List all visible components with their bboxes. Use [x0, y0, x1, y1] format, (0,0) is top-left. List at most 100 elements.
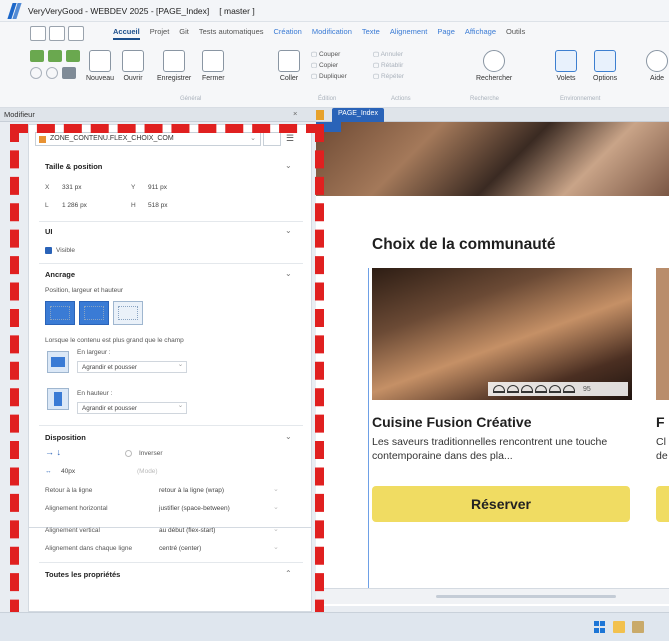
- y-value[interactable]: 911 px: [148, 184, 167, 191]
- compare-icon[interactable]: [62, 67, 76, 79]
- height-mode-icon: [47, 388, 69, 410]
- chevron-down-icon[interactable]: ⌄: [285, 432, 292, 441]
- go-icon[interactable]: [66, 50, 80, 62]
- y-label: Y: [131, 184, 136, 191]
- invert-label: Inverser: [139, 450, 163, 457]
- aide-button[interactable]: Aide: [646, 50, 668, 82]
- chevron-down-icon[interactable]: ⌄: [285, 269, 292, 278]
- annuler-button[interactable]: Annuler: [373, 50, 404, 58]
- horizontal-scrollbar[interactable]: [316, 588, 669, 604]
- chevron-down-icon[interactable]: ⌄: [273, 485, 279, 493]
- anchor-option-1[interactable]: [45, 301, 75, 325]
- open-doc-icon[interactable]: [49, 26, 65, 41]
- options-button[interactable]: Options: [593, 50, 617, 82]
- tab-git[interactable]: Git: [179, 27, 189, 40]
- panel-header-strip: Modifieur × PAGE_Index: [0, 108, 669, 122]
- section-ui[interactable]: UI: [45, 227, 53, 236]
- h-value[interactable]: 518 px: [148, 202, 168, 209]
- anchor-option-2[interactable]: [79, 301, 109, 325]
- paste-icon: [278, 50, 300, 72]
- l-value[interactable]: 1 286 px: [62, 202, 87, 209]
- dupliquer-button[interactable]: Dupliquer: [311, 72, 347, 80]
- enregistrer-button[interactable]: Enregistrer: [157, 50, 191, 82]
- repeter-button[interactable]: Répéter: [373, 72, 404, 80]
- close-file-icon: [202, 50, 225, 72]
- file-explorer-icon[interactable]: [613, 621, 625, 633]
- retablir-button[interactable]: Rétablir: [373, 61, 404, 69]
- forward-icon[interactable]: [46, 67, 58, 79]
- chevron-down-icon[interactable]: ⌄: [273, 525, 279, 533]
- tab-texte[interactable]: Texte: [362, 27, 380, 40]
- close-panel-icon[interactable]: ×: [293, 109, 297, 118]
- section-anchor[interactable]: Ancrage: [45, 270, 75, 279]
- mode-value[interactable]: (Mode): [137, 468, 158, 475]
- chevron-down-icon[interactable]: ⌄: [285, 226, 292, 235]
- ouvrir-button[interactable]: Ouvrir: [122, 50, 144, 82]
- section-layout[interactable]: Disposition: [45, 433, 86, 442]
- direction-arrows-icon[interactable]: → ↓: [45, 447, 61, 457]
- nouveau-button[interactable]: Nouveau: [86, 50, 114, 82]
- x-value[interactable]: 331 px: [62, 184, 82, 191]
- prop-value[interactable]: centré (center): [159, 545, 201, 552]
- tab-modification[interactable]: Modification: [312, 27, 352, 40]
- rechercher-button[interactable]: Rechercher: [476, 50, 512, 82]
- x-label: X: [45, 184, 50, 191]
- run-project-icon[interactable]: [48, 50, 62, 62]
- rating-count: 95: [583, 385, 591, 393]
- prop-value[interactable]: retour à la ligne (wrap): [159, 487, 224, 494]
- modifier-panel-title: Modifieur: [4, 110, 35, 119]
- run-icon[interactable]: [30, 50, 44, 62]
- pick-control-button[interactable]: [263, 132, 281, 146]
- fermer-button[interactable]: Fermer: [202, 50, 225, 82]
- app-icon[interactable]: [632, 621, 644, 633]
- reserver-button[interactable]: Réserver: [372, 486, 630, 522]
- tab-page[interactable]: Page: [437, 27, 455, 40]
- card-title: F: [656, 414, 665, 430]
- scrollbar-thumb[interactable]: [436, 595, 616, 598]
- prop-value[interactable]: au début (flex-start): [159, 527, 215, 534]
- height-dropdown[interactable]: Agrandir et pousser: [77, 402, 187, 414]
- group-general: Général: [180, 96, 202, 102]
- new-doc-icon[interactable]: [30, 26, 46, 41]
- ribbon: Accueil Projet Git Tests automatiques Cr…: [0, 22, 669, 108]
- copier-button[interactable]: Copier: [311, 61, 347, 69]
- gap-value[interactable]: 40px: [61, 468, 75, 475]
- chevron-down-icon[interactable]: ⌄: [285, 161, 292, 170]
- open-file-icon: [122, 50, 144, 72]
- compose-icon[interactable]: [68, 26, 84, 41]
- visible-checkbox[interactable]: [45, 247, 52, 254]
- chevron-down-icon[interactable]: ⌄: [273, 543, 279, 551]
- group-environnement: Environnement: [560, 96, 601, 102]
- tab-affichage[interactable]: Affichage: [465, 27, 496, 40]
- page-tab-marker: [316, 122, 341, 132]
- section-size-position[interactable]: Taille & position: [45, 162, 102, 171]
- couper-button[interactable]: Couper: [311, 50, 347, 58]
- section-title: Choix de la communauté: [372, 236, 556, 253]
- width-dropdown[interactable]: Agrandir et pousser: [77, 361, 187, 373]
- chevron-down-icon[interactable]: ⌄: [273, 503, 279, 511]
- divider: [39, 562, 303, 563]
- menu-icon[interactable]: ☰: [286, 133, 294, 144]
- chevron-up-icon[interactable]: ⌃: [285, 569, 292, 578]
- cloche-icon: [507, 385, 519, 393]
- reserver-button[interactable]: [656, 486, 669, 522]
- card-title: Cuisine Fusion Créative: [372, 414, 532, 430]
- document-tab[interactable]: PAGE_Index: [332, 108, 384, 122]
- back-icon[interactable]: [30, 67, 42, 79]
- anchor-option-3[interactable]: [113, 301, 143, 325]
- section-all-properties[interactable]: Toutes les propriétés: [45, 570, 120, 579]
- tab-creation[interactable]: Création: [274, 27, 302, 40]
- tab-tests[interactable]: Tests automatiques: [199, 27, 264, 40]
- control-selector[interactable]: ZONE_CONTENU.FLEX_CHOIX_COM ⌄: [35, 132, 261, 146]
- prop-value[interactable]: justifier (space-between): [159, 505, 230, 512]
- tab-outils[interactable]: Outils: [506, 27, 525, 40]
- volets-button[interactable]: Volets: [555, 50, 577, 82]
- coller-button[interactable]: Coller: [278, 50, 300, 82]
- tab-alignement[interactable]: Alignement: [390, 27, 428, 40]
- tab-projet[interactable]: Projet: [150, 27, 170, 40]
- overflow-text: Lorsque le contenu est plus grand que le…: [45, 337, 184, 344]
- invert-radio[interactable]: [125, 450, 132, 457]
- windows-start-icon[interactable]: [594, 621, 606, 633]
- tab-accueil[interactable]: Accueil: [113, 27, 140, 40]
- h-label: H: [131, 202, 136, 209]
